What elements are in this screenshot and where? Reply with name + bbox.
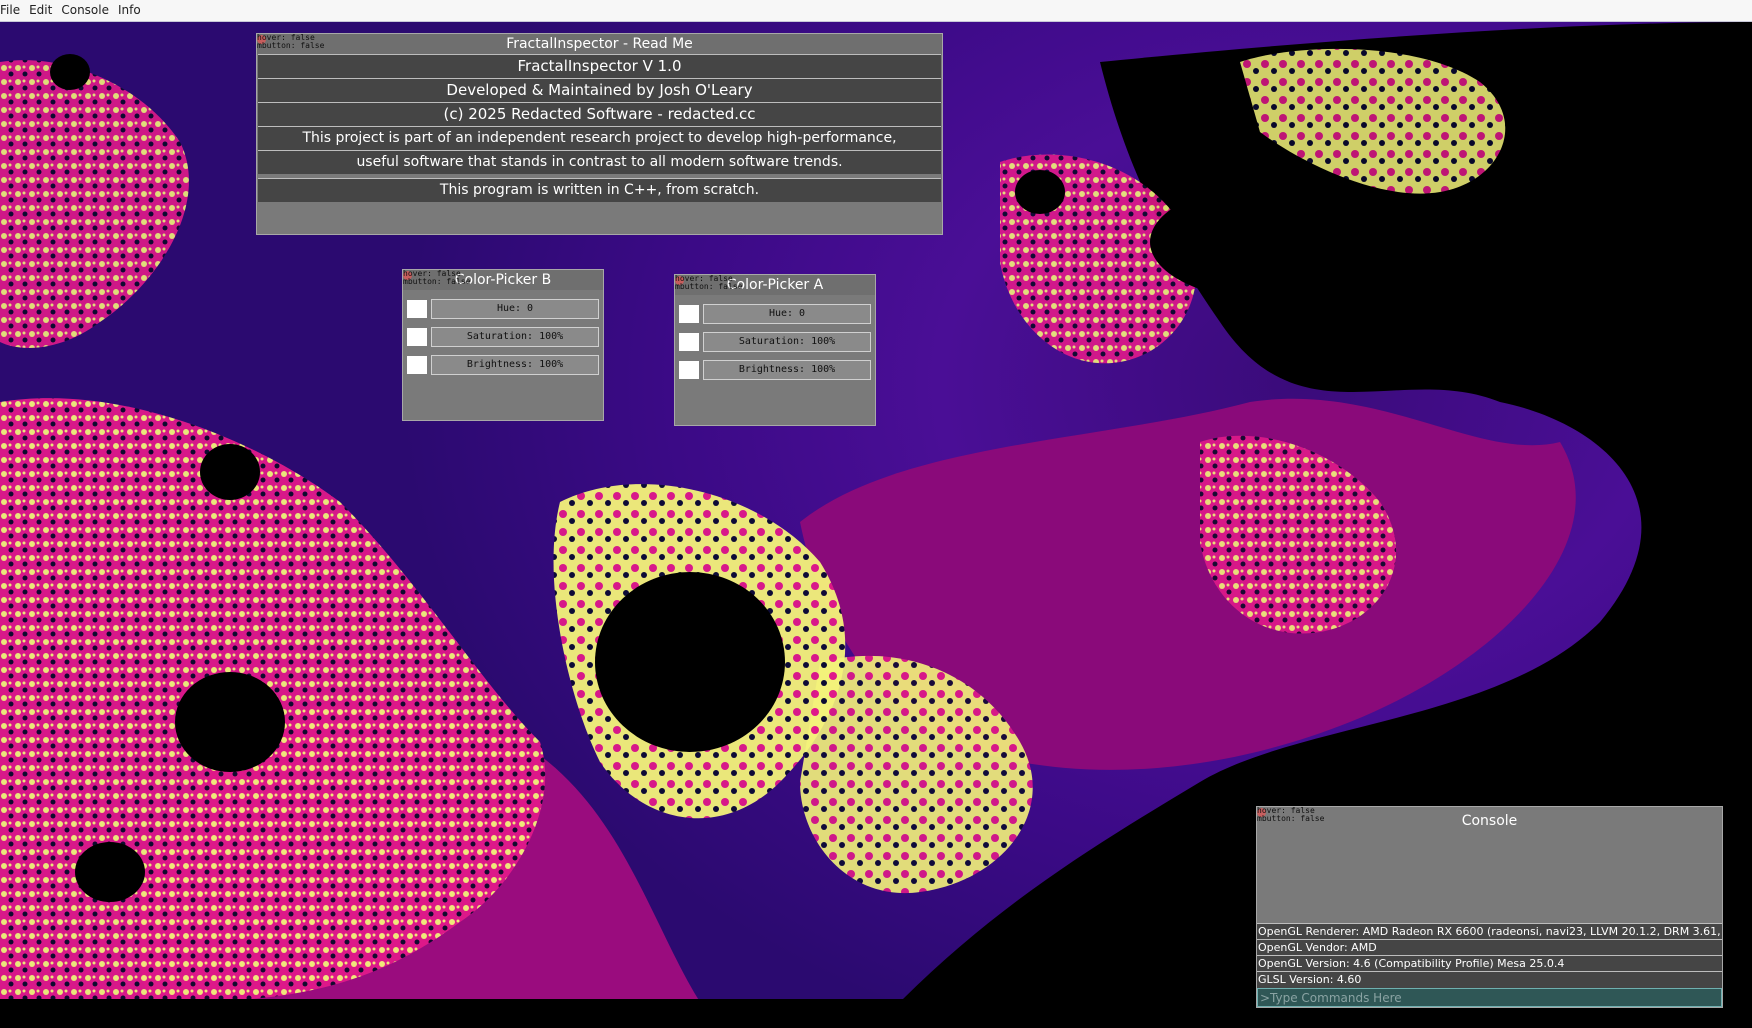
saturation-row[interactable]: Saturation: 100% [405, 327, 599, 347]
readme-line: FractalInspector V 1.0 [258, 54, 941, 78]
brightness-swatch[interactable] [407, 356, 427, 374]
console-window[interactable]: hover: false mbutton: false Console Open… [1256, 806, 1723, 1008]
console-command-input[interactable]: >Type Commands Here [1257, 988, 1722, 1007]
debug-mbutton-text: mbutton: false [675, 282, 743, 291]
hue-slider[interactable]: Hue: 0 [703, 304, 871, 324]
readme-line: Developed & Maintained by Josh O'Leary [258, 78, 941, 102]
debug-overlay: hover: false mbutton: false [257, 34, 324, 50]
console-log-line: OpenGL Version: 4.6 (Compatibility Profi… [1257, 955, 1722, 972]
saturation-row[interactable]: Saturation: 100% [677, 332, 871, 352]
hue-row[interactable]: Hue: 0 [405, 299, 599, 319]
menu-info[interactable]: Info [118, 0, 150, 21]
debug-mbutton-text: mbutton: false [1257, 814, 1325, 823]
hue-swatch[interactable] [679, 305, 699, 323]
readme-title[interactable]: FractalInspector - Read Me [257, 34, 942, 54]
saturation-slider[interactable]: Saturation: 100% [703, 332, 871, 352]
menu-edit[interactable]: Edit [29, 0, 61, 21]
readme-window[interactable]: hover: false mbutton: false FractalInspe… [256, 33, 943, 235]
hue-swatch[interactable] [407, 300, 427, 318]
hue-slider[interactable]: Hue: 0 [431, 299, 599, 319]
console-log-line: OpenGL Vendor: AMD [1257, 939, 1722, 956]
saturation-slider[interactable]: Saturation: 100% [431, 327, 599, 347]
brightness-row[interactable]: Brightness: 100% [677, 360, 871, 380]
readme-line: (c) 2025 Redacted Software - redacted.cc [258, 102, 941, 126]
readme-line: useful software that stands in contrast … [258, 150, 941, 174]
saturation-swatch[interactable] [407, 328, 427, 346]
debug-overlay: hover: false mbutton: false [403, 270, 470, 286]
brightness-slider[interactable]: Brightness: 100% [431, 355, 599, 375]
console-title[interactable]: Console [1257, 811, 1722, 831]
console-log-line: OpenGL Renderer: AMD Radeon RX 6600 (rad… [1257, 923, 1722, 940]
brightness-swatch[interactable] [679, 361, 699, 379]
debug-mbutton-text: mbutton: false [403, 277, 471, 286]
readme-line: This program is written in C++, from scr… [258, 178, 941, 202]
console-log-line: GLSL Version: 4.60 [1257, 971, 1722, 988]
debug-mbutton-text: mbutton: false [257, 41, 325, 50]
readme-line: This project is part of an independent r… [258, 126, 941, 150]
debug-overlay: hover: false mbutton: false [675, 275, 742, 291]
saturation-swatch[interactable] [679, 333, 699, 351]
color-picker-b-window[interactable]: hover: false mbutton: false Color-Picker… [402, 269, 604, 421]
color-picker-a-window[interactable]: hover: false mbutton: false Color-Picker… [674, 274, 876, 426]
menu-console[interactable]: Console [61, 0, 118, 21]
brightness-slider[interactable]: Brightness: 100% [703, 360, 871, 380]
brightness-row[interactable]: Brightness: 100% [405, 355, 599, 375]
debug-overlay: hover: false mbutton: false [1257, 807, 1324, 823]
menu-file[interactable]: File [0, 0, 29, 21]
menu-bar: File Edit Console Info [0, 0, 1752, 22]
hue-row[interactable]: Hue: 0 [677, 304, 871, 324]
